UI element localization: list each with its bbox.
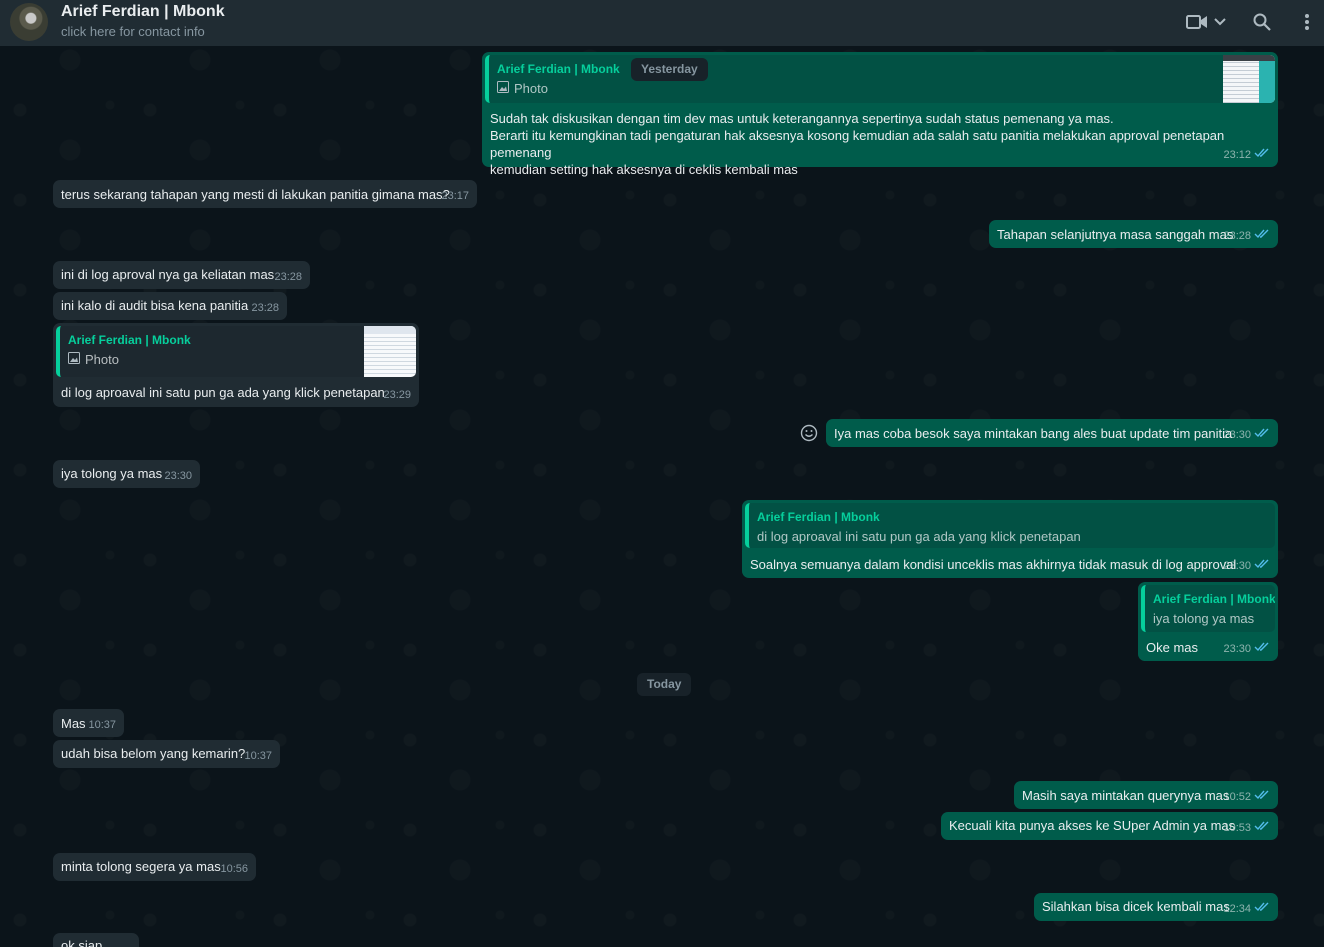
- double-check-icon: [1254, 147, 1270, 164]
- message-time: 23:29: [383, 389, 411, 401]
- message-text: iya tolong ya mas: [61, 466, 163, 481]
- contact-info-hint[interactable]: click here for contact info: [61, 24, 205, 39]
- contact-name[interactable]: Arief Ferdian | Mbonk: [61, 3, 225, 21]
- photo-icon: [68, 351, 80, 368]
- search-icon: [1253, 13, 1271, 31]
- menu-icon: [1304, 13, 1310, 31]
- message-outgoing[interactable]: Kecuali kita punya akses ke SUper Admin …: [941, 812, 1278, 840]
- message-incoming[interactable]: Mas 10:37: [53, 709, 124, 737]
- double-check-icon: [1254, 228, 1270, 245]
- chevron-down-icon: [1214, 18, 1226, 26]
- photo-icon: [497, 80, 509, 97]
- message-incoming[interactable]: minta tolong segera ya mas 10:56: [53, 853, 256, 881]
- quoted-message[interactable]: Arief Ferdian | Mbonk di log aproaval in…: [745, 503, 1275, 548]
- quote-author: Arief Ferdian | Mbonk: [757, 510, 880, 524]
- message-time: 23:30: [1223, 643, 1251, 655]
- emoji-reaction-button[interactable]: [800, 424, 818, 442]
- message-incoming[interactable]: iya tolong ya mas 23:30: [53, 460, 200, 488]
- message-time: 10:53: [1223, 822, 1251, 834]
- quote-text: di log aproaval ini satu pun ga ada yang…: [757, 529, 1081, 544]
- message-time: 10:37: [244, 750, 272, 762]
- message-incoming[interactable]: ini di log aproval nya ga keliatan mas 2…: [53, 261, 310, 289]
- video-call-icon: [1186, 14, 1208, 30]
- message-text: Oke mas: [1146, 640, 1199, 655]
- message-time: 23:17: [441, 190, 469, 202]
- quote-text: Photo: [514, 81, 548, 96]
- message-incoming[interactable]: udah bisa belom yang kemarin? 10:37: [53, 740, 280, 768]
- emoji-icon: [800, 424, 818, 446]
- message-incoming[interactable]: terus sekarang tahapan yang mesti di lak…: [53, 180, 477, 208]
- message-time: 10:52: [1223, 791, 1251, 803]
- message-text: Sudah tak diskusikan dengan tim dev mas …: [490, 111, 1225, 177]
- double-check-icon: [1254, 558, 1270, 575]
- message-time: 23:30: [1223, 560, 1251, 572]
- search-button[interactable]: [1253, 11, 1271, 33]
- photo-thumbnail[interactable]: [364, 326, 416, 377]
- message-outgoing[interactable]: Arief Ferdian | Mbonk Photo Sudah tak di…: [482, 52, 1278, 177]
- message-text: Silahkan bisa dicek kembali mas: [1042, 899, 1230, 914]
- video-call-button[interactable]: [1186, 11, 1226, 33]
- quoted-message[interactable]: Arief Ferdian | Mbonk iya tolong ya mas: [1141, 585, 1275, 632]
- message-time: 23:28: [1223, 230, 1251, 242]
- double-check-icon: [1254, 789, 1270, 806]
- message-text: Iya mas coba besok saya mintakan bang al…: [834, 426, 1233, 441]
- double-check-icon: [1254, 427, 1270, 444]
- message-outgoing[interactable]: Tahapan selanjutnya masa sanggah mas 23:…: [989, 220, 1278, 248]
- date-separator: Yesterday: [631, 58, 708, 81]
- message-text: ini kalo di audit bisa kena panitia: [61, 298, 249, 313]
- message-text: Tahapan selanjutnya masa sanggah mas: [997, 227, 1234, 242]
- double-check-icon: [1254, 820, 1270, 837]
- message-time: 10:56: [220, 863, 248, 875]
- quote-author: Arief Ferdian | Mbonk: [68, 333, 191, 347]
- message-text: Masih saya mintakan querynya mas: [1022, 788, 1230, 803]
- message-text: ok siap: [61, 938, 103, 947]
- double-check-icon: [1254, 901, 1270, 918]
- message-outgoing[interactable]: Masih saya mintakan querynya mas 10:52: [1014, 781, 1278, 809]
- message-time: 12:34: [1223, 903, 1251, 915]
- message-outgoing[interactable]: Arief Ferdian | Mbonk di log aproaval in…: [742, 500, 1278, 578]
- quote-author: Arief Ferdian | Mbonk: [497, 62, 620, 76]
- message-text: Kecuali kita punya akses ke SUper Admin …: [949, 818, 1236, 833]
- message-incoming[interactable]: Arief Ferdian | Mbonk Photo di log aproa…: [53, 323, 419, 407]
- message-incoming[interactable]: ok siap: [53, 933, 139, 947]
- message-time: 23:28: [251, 302, 279, 314]
- message-outgoing[interactable]: Iya mas coba besok saya mintakan bang al…: [826, 419, 1278, 447]
- message-text: Soalnya semuanya dalam kondisi unceklis …: [750, 557, 1237, 572]
- quoted-message[interactable]: Arief Ferdian | Mbonk Photo: [485, 55, 1275, 103]
- message-text: terus sekarang tahapan yang mesti di lak…: [61, 187, 450, 202]
- message-text: minta tolong segera ya mas: [61, 859, 221, 874]
- double-check-icon: [1254, 641, 1270, 658]
- menu-button[interactable]: [1304, 11, 1310, 33]
- quote-text: Photo: [85, 352, 119, 367]
- message-time: 10:37: [88, 719, 116, 731]
- message-time: 23:12: [1223, 149, 1251, 161]
- message-time: 23:30: [1223, 429, 1251, 441]
- avatar[interactable]: [10, 3, 48, 41]
- quoted-message[interactable]: Arief Ferdian | Mbonk Photo: [56, 326, 416, 377]
- quote-author: Arief Ferdian | Mbonk: [1153, 592, 1275, 606]
- message-incoming[interactable]: ini kalo di audit bisa kena panitia 23:2…: [53, 292, 287, 320]
- quote-text: iya tolong ya mas: [1153, 611, 1255, 626]
- date-separator: Today: [637, 673, 692, 696]
- message-time: 23:28: [274, 271, 302, 283]
- photo-thumbnail[interactable]: [1223, 55, 1275, 103]
- message-outgoing[interactable]: Arief Ferdian | Mbonk iya tolong ya mas …: [1138, 582, 1278, 661]
- message-text: udah bisa belom yang kemarin?: [61, 746, 246, 761]
- message-text: Mas: [61, 716, 86, 731]
- message-outgoing[interactable]: Silahkan bisa dicek kembali mas 12:34: [1034, 893, 1278, 921]
- chat-header[interactable]: Arief Ferdian | Mbonk click here for con…: [0, 0, 1324, 46]
- message-text: di log aproaval ini satu pun ga ada yang…: [61, 385, 385, 400]
- message-time: 23:30: [164, 470, 192, 482]
- message-text: ini di log aproval nya ga keliatan mas: [61, 267, 275, 282]
